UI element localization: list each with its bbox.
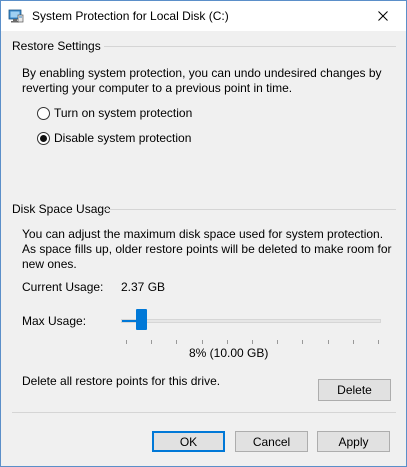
close-button[interactable] [360, 1, 406, 31]
radio-turn-on-protection[interactable]: Turn on system protection [37, 106, 192, 120]
slider-tick [277, 340, 279, 344]
system-protection-dialog: System Protection for Local Disk (C:) Re… [0, 0, 407, 467]
slider-tick [327, 340, 329, 344]
cancel-button[interactable]: Cancel [235, 431, 308, 452]
slider-tick [126, 340, 127, 344]
restore-settings-divider [104, 46, 396, 47]
slider-tick [176, 340, 178, 344]
footer-divider [12, 412, 396, 413]
apply-button[interactable]: Apply [317, 431, 390, 452]
radio-turn-on-indicator[interactable] [37, 106, 50, 120]
slider-tick [302, 340, 304, 344]
current-usage-label: Current Usage: [22, 280, 104, 294]
max-usage-slider-thumb[interactable] [136, 309, 148, 330]
slider-tick [201, 340, 203, 344]
title-bar: System Protection for Local Disk (C:) [1, 1, 406, 31]
disk-space-divider [104, 209, 396, 210]
slider-tick [252, 340, 253, 344]
slider-tick [352, 340, 354, 344]
slider-tick [378, 340, 379, 344]
ok-button[interactable]: OK [152, 431, 225, 452]
slider-tick [226, 340, 228, 344]
restore-settings-heading: Restore Settings [12, 39, 101, 53]
radio-disable-indicator[interactable] [37, 131, 50, 145]
disk-space-heading: Disk Space Usage [12, 202, 111, 216]
max-usage-label: Max Usage: [22, 314, 87, 328]
system-protection-icon [8, 9, 24, 23]
radio-disable-protection[interactable]: Disable system protection [37, 131, 191, 145]
restore-settings-description: By enabling system protection, you can u… [22, 66, 382, 95]
current-usage-value: 2.37 GB [121, 280, 166, 294]
radio-disable-label: Disable system protection [54, 131, 192, 145]
max-usage-value: 8% (10.00 GB) [189, 346, 269, 360]
radio-turn-on-label: Turn on system protection [54, 106, 193, 120]
disk-space-description: You can adjust the maximum disk space us… [22, 227, 392, 271]
window-title: System Protection for Local Disk (C:) [32, 9, 229, 23]
delete-restore-points-text: Delete all restore points for this drive… [22, 374, 221, 388]
close-icon [378, 11, 388, 21]
max-usage-slider-track[interactable] [121, 319, 381, 323]
slider-tick [151, 340, 153, 344]
delete-button[interactable]: Delete [318, 379, 391, 401]
